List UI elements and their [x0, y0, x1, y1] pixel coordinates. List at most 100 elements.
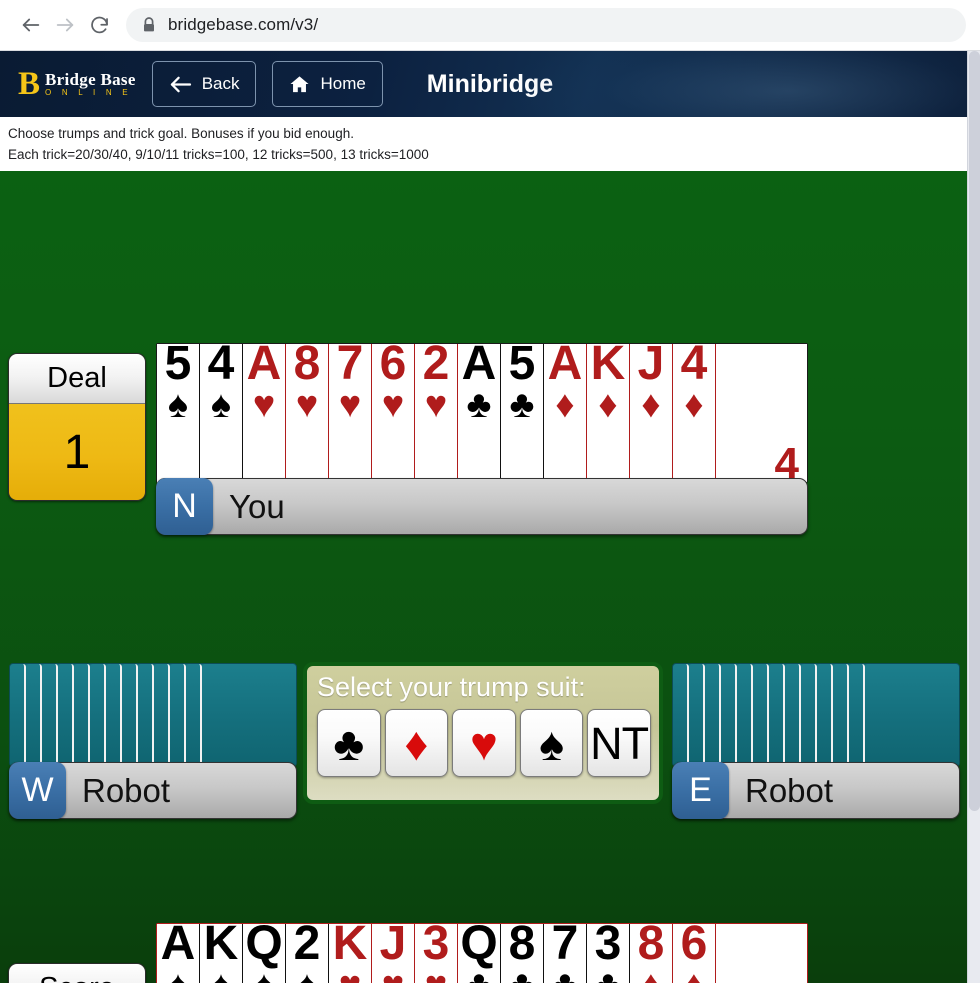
card-back	[10, 664, 26, 766]
back-button[interactable]: Back	[151, 61, 257, 107]
back-arrow-icon[interactable]	[14, 8, 48, 42]
instruction-text: Choose trumps and trick goal. Bonuses if…	[0, 117, 980, 171]
card-2-♠[interactable]: 2♠	[286, 920, 329, 983]
trump-buttons: ♣ ♦ ♥ ♠ NT	[317, 709, 651, 778]
card-suit-icon: ♣	[596, 966, 621, 983]
card-back	[705, 664, 721, 766]
reload-icon[interactable]	[82, 8, 116, 42]
address-bar[interactable]: bridgebase.com/v3/	[126, 8, 966, 42]
card-rank: 5	[164, 337, 192, 390]
card-suit-icon: ♥	[381, 384, 405, 426]
back-button-label: Back	[201, 74, 240, 93]
card-J-♥[interactable]: J♥	[372, 920, 415, 983]
trump-button-diamonds[interactable]: ♦	[384, 709, 449, 778]
card-back	[785, 664, 801, 766]
deal-value: 1	[9, 404, 145, 500]
card-6-♦[interactable]: 6♦	[673, 920, 716, 983]
game-table: Deal 1 Score 0 5♠4♠A♥8♥7♥6♥2♥A♣5♣A♦K♦J♦4…	[0, 171, 967, 983]
deal-box: Deal 1	[8, 353, 146, 501]
card-rank: 5	[508, 337, 536, 390]
trump-button-notrump[interactable]: NT	[587, 709, 651, 778]
card-suit-icon: ♥	[382, 966, 405, 983]
card-suit-icon: ♣	[510, 966, 535, 983]
card-suit-icon: ♣	[553, 966, 578, 983]
west-card-backs	[9, 663, 297, 767]
card-back	[721, 664, 737, 766]
card-A-♠[interactable]: A♠	[157, 920, 200, 983]
card-rank: 8	[508, 917, 536, 970]
card-A-♣[interactable]: A ♣	[458, 340, 501, 484]
card-suit-icon: ♦	[598, 384, 618, 426]
trump-button-clubs[interactable]: ♣	[317, 709, 381, 778]
card-suit-icon: ♦	[684, 384, 704, 426]
card-3-♣[interactable]: 3♣	[587, 920, 630, 983]
card-back	[26, 664, 42, 766]
page-scrollbar-thumb[interactable]	[969, 51, 980, 811]
card-back	[74, 664, 90, 766]
card-3-♥[interactable]: 3♥	[415, 920, 458, 983]
card-rank: A	[160, 917, 196, 970]
card-K-♥[interactable]: K♥	[329, 920, 372, 983]
card-5-♣[interactable]: 5 ♣	[501, 340, 544, 484]
card-rank: 3	[422, 917, 450, 970]
page-scrollbar[interactable]	[967, 51, 980, 983]
card-8-♥[interactable]: 8 ♥	[286, 340, 329, 484]
card-rank: A	[461, 337, 497, 390]
home-button[interactable]: Home	[272, 61, 383, 107]
west-player-bar[interactable]: W Robot	[9, 762, 297, 819]
app-header: B Bridge Base O N L I N E Back Home Mini…	[0, 51, 980, 117]
card-A-♦[interactable]: A ♦	[544, 340, 587, 484]
card-Q-♣[interactable]: Q♣	[458, 920, 501, 983]
card-back	[833, 664, 849, 766]
card-back	[689, 664, 705, 766]
card-rank: Q	[245, 917, 283, 970]
card-back	[753, 664, 769, 766]
card-Q-♠[interactable]: Q♠	[243, 920, 286, 983]
card-K-♦[interactable]: K ♦	[587, 340, 630, 484]
card-4-♠[interactable]: 4 ♠	[200, 340, 243, 484]
forward-arrow-icon[interactable]	[48, 8, 82, 42]
card-back	[849, 664, 865, 766]
card-suit-icon: ♥	[338, 384, 362, 426]
card-suit-icon: ♠	[210, 384, 232, 426]
card-back	[673, 664, 689, 766]
back-arrow-icon	[169, 75, 192, 94]
home-icon	[289, 75, 310, 94]
card-rank: 4	[207, 337, 235, 390]
card-7-♥[interactable]: 7 ♥	[329, 340, 372, 484]
card-rank: 6	[379, 337, 407, 390]
card-face-area[interactable]: 6	[716, 924, 807, 983]
card-5-♠[interactable]: 5 ♠	[157, 340, 200, 484]
trump-selector-panel: Select your trump suit: ♣ ♦ ♥ ♠ NT	[303, 662, 663, 804]
card-back	[58, 664, 74, 766]
north-player-bar[interactable]: N You	[156, 478, 808, 535]
east-player-bar[interactable]: E Robot	[672, 762, 960, 819]
card-suit-icon: ♦	[641, 384, 661, 426]
bbo-logo[interactable]: B Bridge Base O N L I N E	[18, 67, 136, 101]
trump-selector-title: Select your trump suit:	[317, 672, 586, 702]
card-rank: 8	[293, 337, 321, 390]
card-K-♠[interactable]: K♠	[200, 920, 243, 983]
trump-button-spades[interactable]: ♠	[519, 709, 584, 778]
card-J-♦[interactable]: J ♦	[630, 340, 673, 484]
card-suit-icon: ♠	[254, 966, 274, 983]
card-8-♦[interactable]: 8♦	[630, 920, 673, 983]
card-back	[817, 664, 833, 766]
card-face-area[interactable]: 4	[716, 344, 807, 486]
north-hand: 5 ♠ 4 ♠ A ♥ 8 ♥ 7 ♥ 6 ♥ 2 ♥ A ♣ 5 ♣ A ♦ K ♦ J ♦ 4 ♦ 4 N You	[156, 340, 808, 535]
trump-button-hearts[interactable]: ♥	[452, 709, 516, 778]
card-2-♥[interactable]: 2 ♥	[415, 340, 458, 484]
browser-toolbar: bridgebase.com/v3/	[0, 0, 980, 51]
card-8-♣[interactable]: 8♣	[501, 920, 544, 983]
north-player-name: You	[229, 487, 285, 525]
card-A-♥[interactable]: A ♥	[243, 340, 286, 484]
url-text: bridgebase.com/v3/	[168, 15, 319, 34]
card-4-♦[interactable]: 4 ♦	[673, 340, 716, 484]
card-7-♣[interactable]: 7♣	[544, 920, 587, 983]
west-seat-badge: W	[9, 762, 66, 819]
south-hand: A♠K♠Q♠2♠K♥J♥3♥Q♣8♣7♣3♣8♦6♦6 S You	[156, 920, 808, 983]
card-suit-icon: ♥	[424, 384, 448, 426]
card-back	[202, 664, 296, 766]
card-6-♥[interactable]: 6 ♥	[372, 340, 415, 484]
card-suit-icon: ♣	[467, 966, 492, 983]
